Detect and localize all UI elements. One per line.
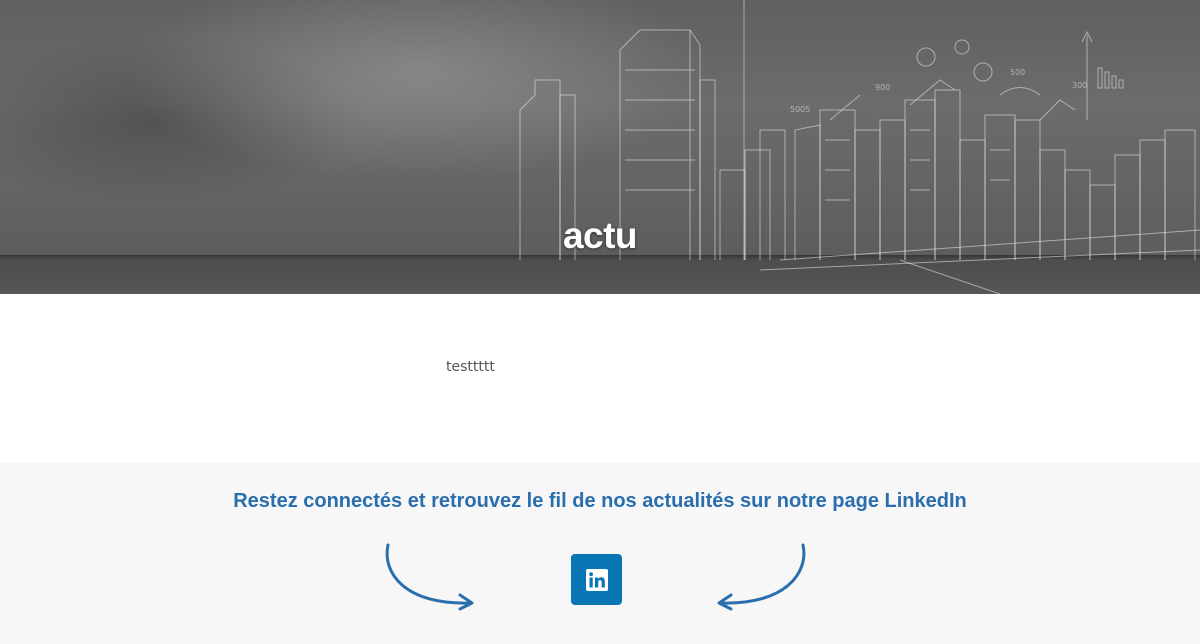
svg-text:5005: 5005 xyxy=(790,105,810,114)
svg-text:500: 500 xyxy=(1010,68,1025,77)
post-body-text: testtttt xyxy=(446,359,495,375)
svg-text:900: 900 xyxy=(875,83,890,92)
hero-banner: 900 500 300 5005 actu xyxy=(0,0,1200,294)
curved-arrow-left-icon xyxy=(717,543,806,611)
page-title: actu xyxy=(562,214,638,256)
linkedin-icon xyxy=(585,568,608,591)
linkedin-cta-section: Restez connectés et retrouvez le fil de … xyxy=(0,463,1200,644)
post-content: testtttt xyxy=(0,294,1200,463)
svg-text:300: 300 xyxy=(1072,81,1087,90)
cta-heading: Restez connectés et retrouvez le fil de … xyxy=(233,490,967,512)
curved-arrow-right-icon xyxy=(385,543,474,611)
linkedin-button[interactable] xyxy=(571,554,622,605)
